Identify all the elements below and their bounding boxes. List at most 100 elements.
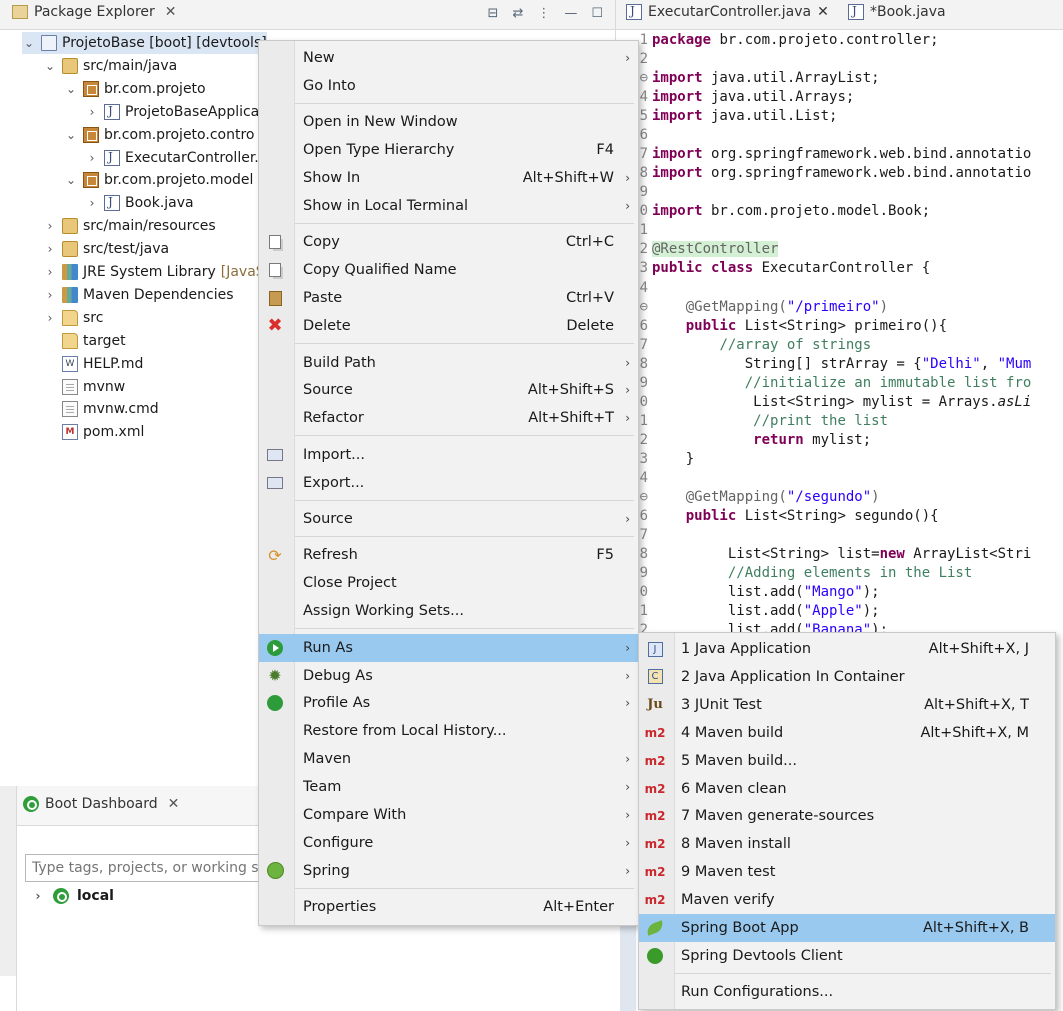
close-icon[interactable]: ✕ xyxy=(817,4,829,20)
code-line[interactable]: 5⊖ @GetMapping("/primeiro") xyxy=(616,299,1063,318)
menu-item-5-maven-build[interactable]: m2 5 Maven build... xyxy=(639,747,1055,775)
menu-item-6-maven-clean[interactable]: m2 6 Maven clean xyxy=(639,775,1055,803)
close-icon[interactable]: ✕ xyxy=(165,4,177,20)
menu-item-open-in-new-window[interactable]: Open in New Window xyxy=(259,108,638,136)
menu-item-source[interactable]: Source › xyxy=(259,505,638,533)
tab-book-java[interactable]: *Book.java xyxy=(848,4,946,20)
menu-item-properties[interactable]: Properties Alt+Enter xyxy=(259,893,638,921)
chevron-right-icon[interactable]: › xyxy=(85,105,99,119)
tree-item[interactable]: › Book.java xyxy=(85,192,194,214)
menu-item-debug-as[interactable]: ✹ Debug As › xyxy=(259,662,638,690)
chevron-down-icon[interactable]: ⌄ xyxy=(64,82,78,96)
code-line[interactable]: 3⊖ import java.util.ArrayList; xyxy=(616,70,1063,89)
menu-item-show-in-local-terminal[interactable]: Show in Local Terminal › xyxy=(259,192,638,220)
code-line[interactable]: 6 public List<String> segundo(){ xyxy=(616,508,1063,527)
menu-item-run-configurations[interactable]: Run Configurations... xyxy=(639,978,1055,1006)
link-editor-icon[interactable]: ⇄ xyxy=(512,6,523,21)
menu-item-profile-as[interactable]: Profile As › xyxy=(259,689,638,717)
code-line[interactable]: 1 package br.com.projeto.controller; xyxy=(616,32,1063,51)
code-line[interactable]: 2 @RestController xyxy=(616,241,1063,260)
tree-item[interactable]: ⌄ br.com.projeto xyxy=(64,78,206,100)
menu-item-team[interactable]: Team › xyxy=(259,773,638,801)
tab-package-explorer[interactable]: Package Explorer ✕ xyxy=(12,4,177,20)
tree-item[interactable]: ⌄ src/main/java xyxy=(43,55,177,77)
code-line[interactable]: 4 xyxy=(616,470,1063,489)
tree-item[interactable]: ⌄ br.com.projeto.contro xyxy=(64,124,254,146)
code-line[interactable]: 0 List<String> mylist = Arrays.asLi xyxy=(616,394,1063,413)
local-target-row[interactable]: › local xyxy=(31,888,114,904)
tag-filter-input[interactable] xyxy=(25,854,285,882)
menu-item-source[interactable]: Source Alt+Shift+S › xyxy=(259,376,638,404)
code-line[interactable]: 6 xyxy=(616,127,1063,146)
tree-item[interactable]: Mpom.xml xyxy=(43,421,144,443)
code-line[interactable]: 0 list.add("Mango"); xyxy=(616,584,1063,603)
menu-item-refresh[interactable]: ⟳ Refresh F5 xyxy=(259,541,638,569)
tree-item[interactable]: › Maven Dependencies xyxy=(43,284,234,306)
code-line[interactable]: 4 import java.util.Arrays; xyxy=(616,89,1063,108)
code-line[interactable]: 5 import java.util.List; xyxy=(616,108,1063,127)
collapse-all-icon[interactable]: ⊟ xyxy=(488,6,499,21)
chevron-right-icon[interactable]: › xyxy=(85,151,99,165)
tree-item[interactable]: target xyxy=(43,330,126,352)
code-line[interactable]: 8 List<String> list=new ArrayList<Stri xyxy=(616,546,1063,565)
code-line[interactable]: 1 list.add("Apple"); xyxy=(616,603,1063,622)
menu-item-build-path[interactable]: Build Path › xyxy=(259,349,638,377)
code-line[interactable]: 3 public class ExecutarController { xyxy=(616,260,1063,279)
menu-item-8-maven-install[interactable]: m2 8 Maven install xyxy=(639,830,1055,858)
chevron-right-icon[interactable]: › xyxy=(43,219,57,233)
code-line[interactable]: 7 //array of strings xyxy=(616,337,1063,356)
chevron-down-icon[interactable]: ⌄ xyxy=(64,173,78,187)
menu-item-maven-verify[interactable]: m2 Maven verify xyxy=(639,886,1055,914)
tree-item[interactable]: › ExecutarController. xyxy=(85,147,259,169)
tab-boot-dashboard[interactable]: Boot Dashboard ✕ xyxy=(23,796,179,812)
code-line[interactable]: 4 xyxy=(616,280,1063,299)
tree-item[interactable]: › src/test/java xyxy=(43,238,169,260)
tree-item[interactable]: ⌄ ProjetoBase [boot] [devtools] xyxy=(22,32,267,54)
code-line[interactable]: 8 import org.springframework.web.bind.ann… xyxy=(616,165,1063,184)
menu-item-show-in[interactable]: Show In Alt+Shift+W › xyxy=(259,164,638,192)
menu-item-export[interactable]: Export... xyxy=(259,469,638,497)
chevron-down-icon[interactable]: ⌄ xyxy=(22,36,36,50)
menu-item-2-java-application-in-container[interactable]: C 2 Java Application In Container xyxy=(639,663,1055,691)
menu-item-configure[interactable]: Configure › xyxy=(259,829,638,857)
code-line[interactable]: 1 xyxy=(616,222,1063,241)
tree-item[interactable]: › src xyxy=(43,307,103,329)
tree-item[interactable]: › ProjetoBaseApplica xyxy=(85,101,259,123)
menu-item-restore-from-local-history[interactable]: Restore from Local History... xyxy=(259,717,638,745)
chevron-right-icon[interactable]: › xyxy=(43,242,57,256)
menu-item-copy-qualified-name[interactable]: Copy Qualified Name xyxy=(259,256,638,284)
code-line[interactable]: 6 public List<String> primeiro(){ xyxy=(616,318,1063,337)
menu-item-3-junit-test[interactable]: Ju 3 JUnit Test Alt+Shift+X, T xyxy=(639,691,1055,719)
menu-item-9-maven-test[interactable]: m2 9 Maven test xyxy=(639,858,1055,886)
tree-item[interactable]: › JRE System Library [JavaSE xyxy=(43,261,274,283)
menu-item-maven[interactable]: Maven › xyxy=(259,745,638,773)
menu-item-spring-boot-app[interactable]: Spring Boot App Alt+Shift+X, B xyxy=(639,914,1055,942)
menu-item-run-as[interactable]: Run As › xyxy=(259,633,638,662)
menu-item-4-maven-build[interactable]: m2 4 Maven build Alt+Shift+X, M xyxy=(639,719,1055,747)
menu-item-paste[interactable]: Paste Ctrl+V xyxy=(259,284,638,312)
menu-item-close-project[interactable]: Close Project xyxy=(259,569,638,597)
chevron-right-icon[interactable]: › xyxy=(85,196,99,210)
menu-item-import[interactable]: Import... xyxy=(259,441,638,469)
code-line[interactable]: 3 } xyxy=(616,451,1063,470)
tab-executar-controller[interactable]: ExecutarController.java ✕ xyxy=(626,4,829,20)
code-line[interactable]: 1 //print the list xyxy=(616,413,1063,432)
menu-item-assign-working-sets[interactable]: Assign Working Sets... xyxy=(259,597,638,625)
code-line[interactable]: 7 xyxy=(616,527,1063,546)
menu-item-spring[interactable]: Spring › xyxy=(259,857,638,885)
view-menu-icon[interactable]: ⋮ xyxy=(537,6,550,21)
tree-item[interactable]: mvnw.cmd xyxy=(43,398,159,420)
close-icon[interactable]: ✕ xyxy=(168,796,180,812)
chevron-down-icon[interactable]: ⌄ xyxy=(43,59,57,73)
menu-item-1-java-application[interactable]: J 1 Java Application Alt+Shift+X, J xyxy=(639,635,1055,663)
maximize-icon[interactable]: ☐ xyxy=(591,6,603,21)
tree-item[interactable]: ⌄ br.com.projeto.model xyxy=(64,169,253,191)
menu-item-go-into[interactable]: Go Into xyxy=(259,72,638,100)
menu-item-new[interactable]: New › xyxy=(259,44,638,72)
code-line[interactable]: 7 import org.springframework.web.bind.ann… xyxy=(616,146,1063,165)
menu-item-open-type-hierarchy[interactable]: Open Type Hierarchy F4 xyxy=(259,136,638,164)
code-line[interactable]: 2 xyxy=(616,51,1063,70)
menu-item-refactor[interactable]: Refactor Alt+Shift+T › xyxy=(259,404,638,432)
tree-item[interactable]: › src/main/resources xyxy=(43,215,216,237)
tree-item[interactable]: mvnw xyxy=(43,376,125,398)
